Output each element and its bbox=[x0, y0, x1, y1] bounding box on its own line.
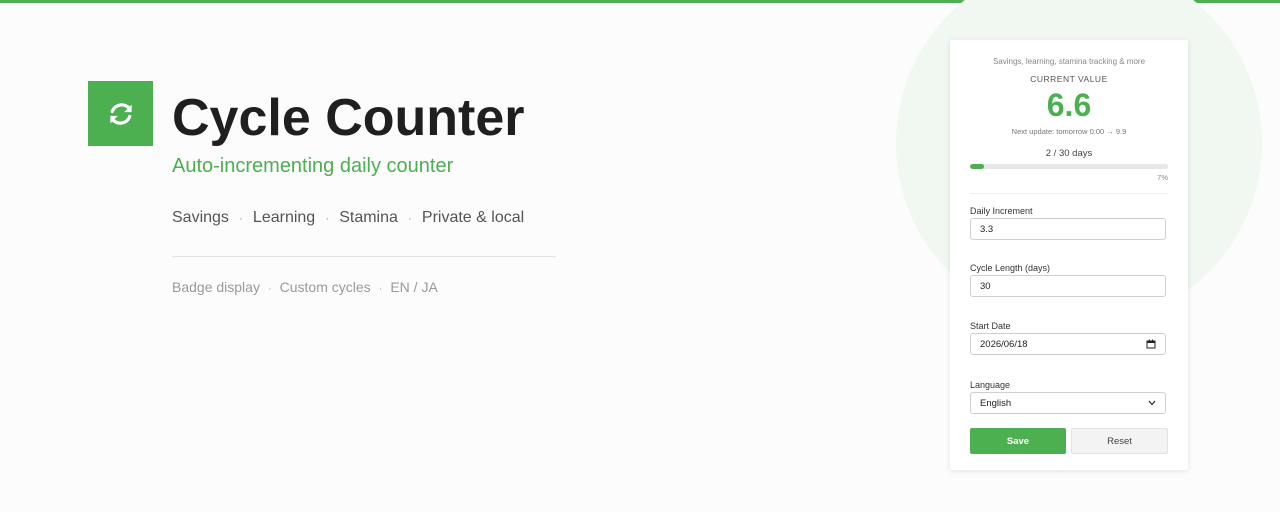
daily-increment-input[interactable]: 3.3 bbox=[970, 218, 1166, 240]
extra-features: Badge display · Custom cycles · EN / JA bbox=[172, 278, 438, 298]
current-value: 6.6 bbox=[1046, 87, 1092, 123]
daily-increment-value: 3.3 bbox=[980, 223, 994, 235]
start-date-label: Start Date bbox=[970, 321, 1011, 331]
separator-dot: · bbox=[325, 211, 330, 225]
days-progress-text: 2 / 30 days bbox=[1045, 148, 1093, 159]
feature-item: Learning bbox=[252, 209, 316, 226]
reset-button[interactable]: Reset bbox=[1071, 428, 1168, 454]
extra-item: EN / JA bbox=[390, 279, 438, 295]
app-logo bbox=[88, 81, 153, 146]
separator-dot: · bbox=[238, 211, 243, 225]
language-label: Language bbox=[970, 380, 1011, 390]
chevron-down-icon bbox=[1148, 400, 1156, 406]
cycle-length-input[interactable]: 30 bbox=[970, 275, 1166, 297]
feature-list: Savings · Learning · Stamina · Private & local bbox=[172, 208, 524, 228]
extra-item: Custom cycles bbox=[279, 279, 371, 295]
cycle-length-label: Cycle Length (days) bbox=[970, 263, 1051, 273]
feature-item: Stamina bbox=[339, 209, 398, 226]
next-update-text: Next update: tomorrow 0:00 → 9.9 bbox=[1011, 127, 1127, 136]
feature-item: Savings bbox=[172, 209, 229, 226]
separator-dot: · bbox=[267, 283, 272, 295]
progress-bar bbox=[970, 164, 1168, 169]
page-title: Cycle Counter bbox=[172, 89, 525, 147]
separator-dot: · bbox=[378, 283, 383, 295]
extension-popup-panel: Savings, learning, stamina tracking & mo… bbox=[950, 40, 1188, 470]
panel-tagline: Savings, learning, stamina tracking & mo… bbox=[992, 57, 1146, 66]
feature-item: Private & local bbox=[421, 209, 525, 226]
refresh-cycle-icon bbox=[109, 102, 132, 125]
start-date-value: 2026/06/18 bbox=[980, 338, 1028, 350]
cycle-length-value: 30 bbox=[980, 280, 991, 292]
save-button[interactable]: Save bbox=[970, 428, 1066, 454]
page-subtitle: Auto-incrementing daily counter bbox=[172, 155, 454, 177]
hero-divider bbox=[172, 256, 556, 257]
progress-percent: 7% bbox=[1157, 173, 1168, 182]
progress-bar-fill bbox=[970, 164, 984, 169]
separator-dot: · bbox=[407, 211, 412, 225]
panel-divider bbox=[970, 193, 1168, 194]
extra-item: Badge display bbox=[172, 279, 260, 295]
language-select[interactable]: English bbox=[970, 392, 1166, 414]
language-value: English bbox=[980, 397, 1012, 409]
daily-increment-label: Daily Increment bbox=[970, 206, 1033, 216]
current-value-label: CURRENT VALUE bbox=[1030, 74, 1108, 84]
calendar-icon[interactable] bbox=[1146, 339, 1156, 349]
start-date-input[interactable]: 2026/06/18 bbox=[970, 333, 1166, 355]
